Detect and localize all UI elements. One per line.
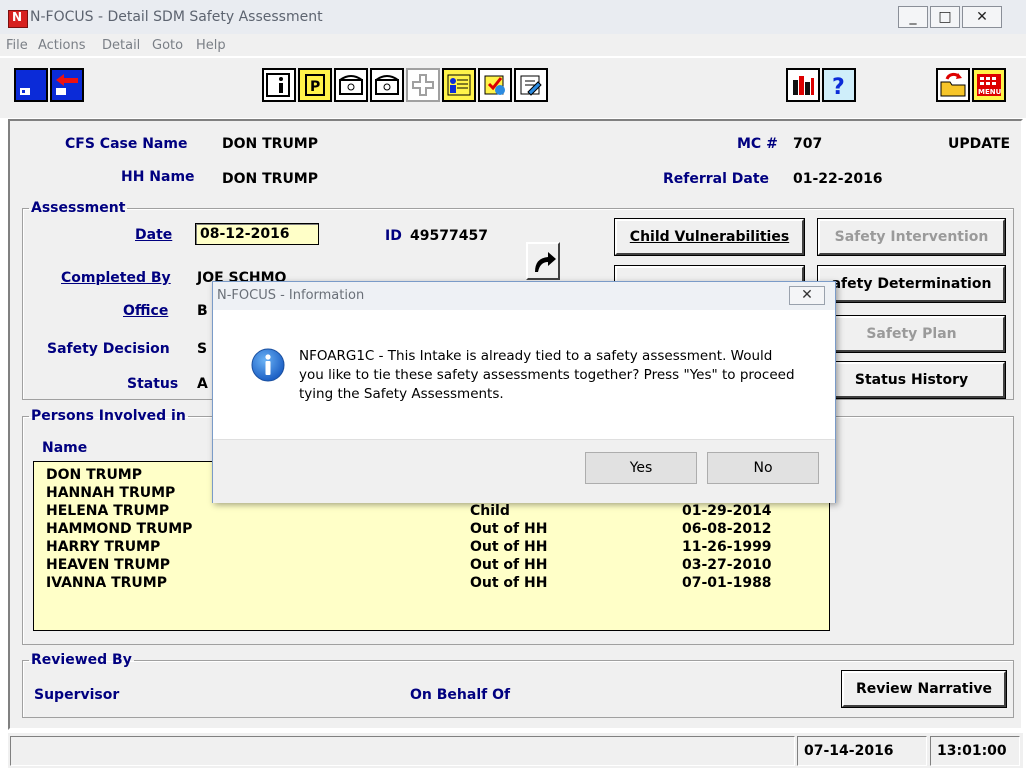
person-name: HEAVEN TRUMP: [46, 557, 171, 573]
menu-detail[interactable]: Detail: [102, 38, 140, 53]
info-icon: [251, 348, 285, 382]
person-name: HAMMOND TRUMP: [46, 521, 193, 537]
person-dob: 07-01-1988: [682, 575, 772, 591]
window-title: N-FOCUS - Detail SDM Safety Assessment: [30, 9, 323, 25]
save-exit-icon[interactable]: [14, 68, 48, 102]
case-name-value: DON TRUMP: [222, 136, 319, 152]
menu-goto[interactable]: Goto: [152, 38, 183, 53]
svg-text:P: P: [310, 79, 320, 95]
hh-name-label: HH Name: [121, 169, 195, 185]
forward-arrow-icon: [535, 252, 556, 272]
document-check-icon[interactable]: [478, 68, 512, 102]
dialog-title: N-FOCUS - Information: [217, 288, 365, 303]
persons-legend: Persons Involved in: [31, 408, 186, 424]
reviewed-by-legend: Reviewed By: [31, 652, 132, 668]
folder-refresh-icon[interactable]: [936, 68, 970, 102]
case-name-label: CFS Case Name: [65, 136, 188, 152]
back-arrow-icon[interactable]: [50, 68, 84, 102]
forward-arrow-button[interactable]: [526, 242, 560, 280]
child-vulnerabilities-button[interactable]: Child Vulnerabilities: [614, 218, 805, 256]
child-vulnerabilities-label: Child Vulnerabilities: [629, 229, 790, 245]
person-role: Out of HH: [470, 521, 548, 537]
toolbar: [0, 58, 1026, 118]
safety-intervention-button: Safety Intervention: [817, 218, 1006, 256]
help-icon[interactable]: ?: [822, 68, 856, 102]
person-name: IVANNA TRUMP: [46, 575, 167, 591]
hh-name-value: DON TRUMP: [222, 171, 319, 187]
phone-icon-2[interactable]: [370, 68, 404, 102]
referral-date-value: 01-22-2016: [793, 171, 883, 187]
status-history-button[interactable]: Status History: [817, 361, 1006, 399]
dialog-close-button[interactable]: ✕: [789, 286, 825, 305]
person-dob: 03-27-2010: [682, 557, 772, 573]
list-item[interactable]: HELENA TRUMP Child 01-29-2014: [46, 503, 826, 521]
status-time: 13:01:00: [930, 736, 1020, 766]
list-item[interactable]: IVANNA TRUMP Out of HH 07-01-1988: [46, 575, 826, 593]
menu-help[interactable]: Help: [196, 38, 226, 53]
status-value: A: [197, 376, 208, 392]
edit-document-icon[interactable]: [514, 68, 548, 102]
supervisor-label: Supervisor: [34, 687, 120, 703]
person-role: Out of HH: [470, 557, 548, 573]
list-item[interactable]: HARRY TRUMP Out of HH 11-26-1999: [46, 539, 826, 557]
date-input[interactable]: 08-12-2016: [195, 223, 319, 245]
status-history-label: Status History: [854, 372, 969, 388]
office-value: B: [197, 303, 208, 319]
safety-plan-button: Safety Plan: [817, 315, 1006, 353]
status-message: [10, 736, 795, 766]
on-behalf-of-label: On Behalf Of: [410, 687, 511, 703]
person-name: HELENA TRUMP: [46, 503, 170, 519]
person-role: Out of HH: [470, 539, 548, 555]
list-item[interactable]: HEAVEN TRUMP Out of HH 03-27-2010: [46, 557, 826, 575]
svg-text:?: ?: [832, 75, 845, 100]
info-icon[interactable]: [262, 68, 296, 102]
menu-file[interactable]: File: [6, 38, 28, 53]
minimize-button[interactable]: _: [898, 6, 928, 28]
menu-actions[interactable]: Actions: [38, 38, 86, 53]
menu-icon-label: MENU: [978, 88, 1002, 96]
dialog-message: NFOARG1C - This Intake is already tied t…: [299, 348, 795, 402]
person-role: Child: [470, 503, 510, 519]
mc-label: MC #: [737, 136, 778, 152]
office-label[interactable]: Office: [123, 303, 168, 319]
completed-by-label[interactable]: Completed By: [61, 270, 171, 286]
list-item[interactable]: HAMMOND TRUMP Out of HH 06-08-2012: [46, 521, 826, 539]
status-label: Status: [127, 376, 179, 392]
mode-indicator: UPDATE: [948, 136, 1011, 152]
id-value: 49577457: [410, 228, 488, 244]
review-narrative-button[interactable]: Review Narrative: [841, 670, 1007, 708]
safety-decision-label: Safety Decision: [47, 341, 170, 357]
referral-date-label: Referral Date: [663, 171, 770, 187]
person-dob: 06-08-2012: [682, 521, 772, 537]
person-name: HARRY TRUMP: [46, 539, 161, 555]
app-logo-letter: N: [12, 10, 23, 24]
mc-value: 707: [793, 136, 823, 152]
person-dob: 01-29-2014: [682, 503, 772, 519]
id-label: ID: [385, 228, 402, 244]
person-name: HANNAH TRUMP: [46, 485, 176, 501]
safety-determination-label: afety Determination: [831, 276, 992, 292]
person-name: DON TRUMP: [46, 467, 143, 483]
menu-icon[interactable]: MENU: [972, 68, 1006, 102]
status-date: 07-14-2016: [797, 736, 927, 766]
p-icon[interactable]: P: [298, 68, 332, 102]
assessment-legend: Assessment: [31, 200, 126, 216]
add-icon-disabled: [406, 68, 440, 102]
app-logo-icon[interactable]: N: [8, 10, 28, 28]
date-label[interactable]: Date: [135, 227, 172, 243]
phone-icon[interactable]: [334, 68, 368, 102]
bar-chart-icon[interactable]: [786, 68, 820, 102]
yes-button[interactable]: Yes: [585, 452, 697, 484]
no-button[interactable]: No: [707, 452, 819, 484]
maximize-button[interactable]: □: [930, 6, 960, 28]
person-role: Out of HH: [470, 575, 548, 591]
information-dialog: N-FOCUS - Information ✕ NFOARG1C - This …: [212, 281, 836, 503]
safety-determination-button[interactable]: afety Determination: [817, 265, 1006, 303]
person-dob: 11-26-1999: [682, 539, 772, 555]
safety-decision-value: S: [197, 341, 208, 357]
name-column-header: Name: [42, 440, 88, 456]
close-window-button[interactable]: ✕: [962, 6, 1002, 28]
person-notes-icon[interactable]: [442, 68, 476, 102]
